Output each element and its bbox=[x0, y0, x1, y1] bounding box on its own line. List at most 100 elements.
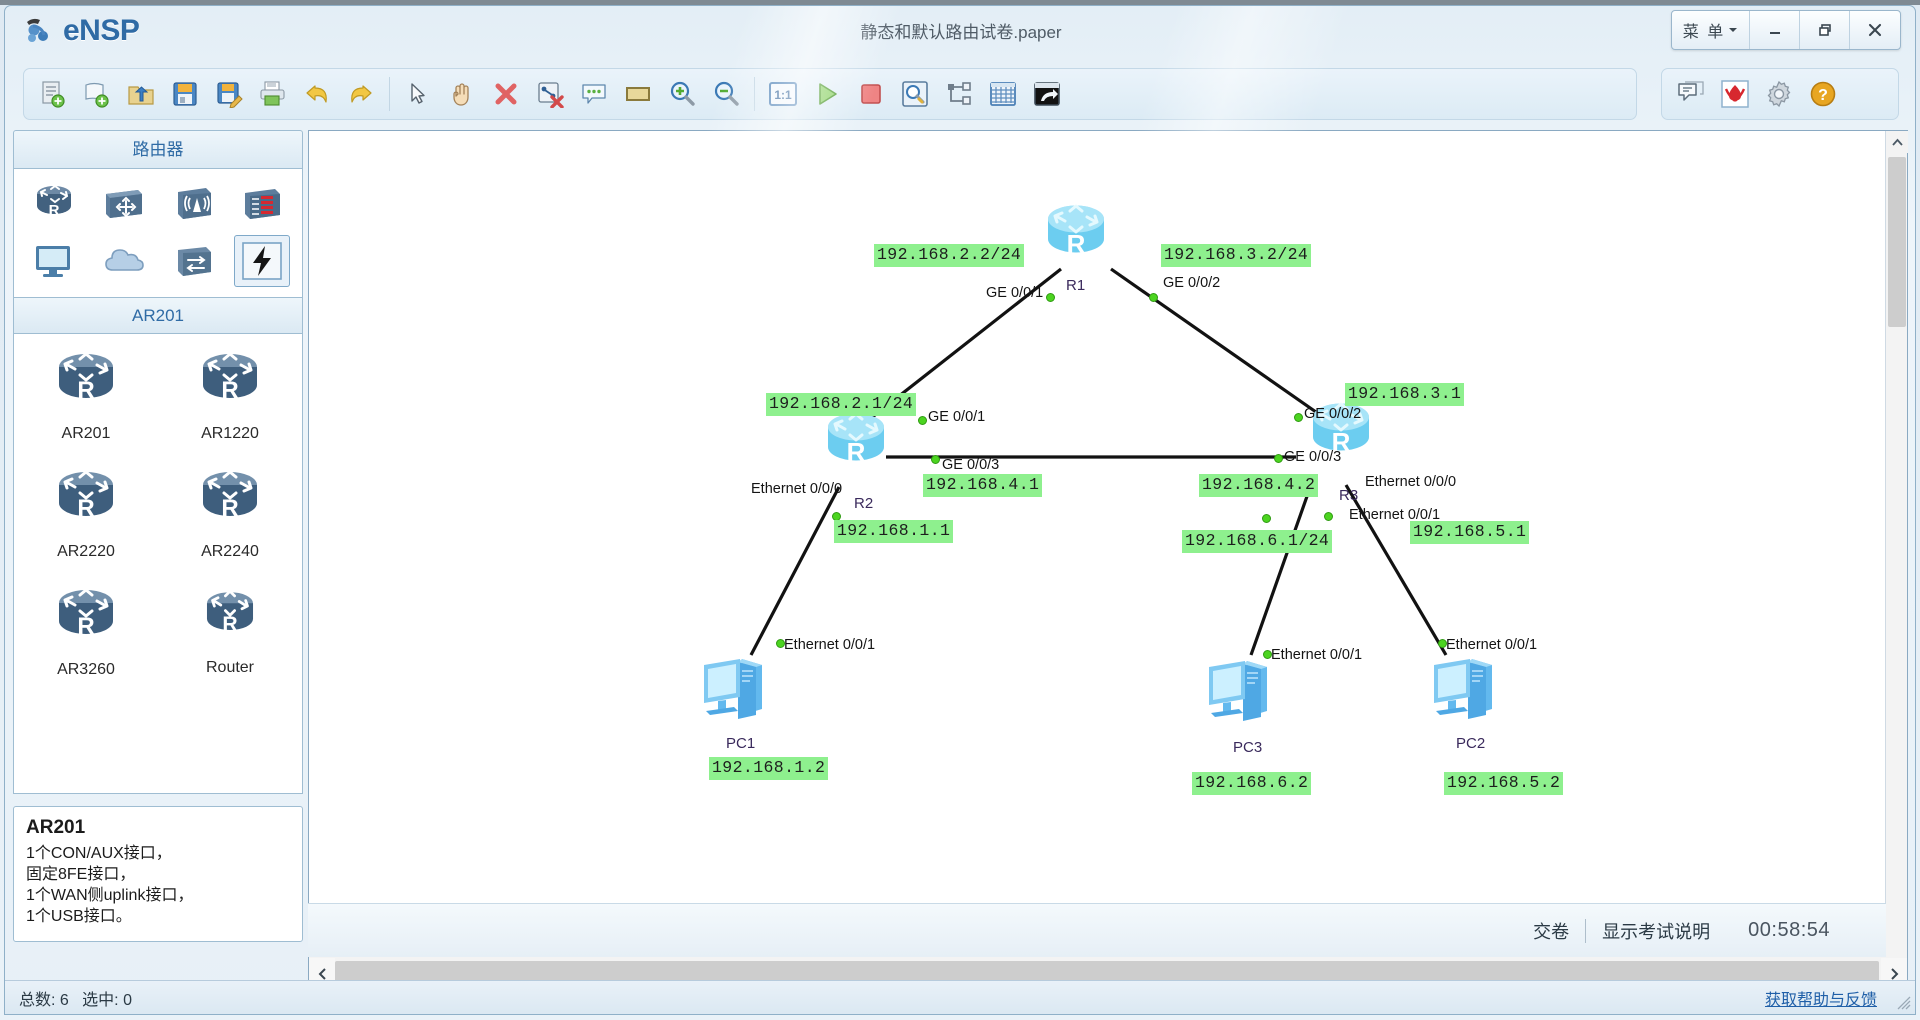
r3-ge0-0-3-dot[interactable] bbox=[1274, 454, 1283, 463]
r3-eth0-0-0-ip: 192.168.6.1/24 bbox=[1182, 530, 1333, 553]
r2-ge0-0-1-dot[interactable] bbox=[918, 416, 927, 425]
r2-ge0-0-1-label: GE 0/0/1 bbox=[928, 409, 986, 425]
cloud-category-icon[interactable] bbox=[95, 235, 151, 287]
restore-window-icon[interactable] bbox=[1026, 73, 1068, 115]
description-line-4: 1个USB接口。 bbox=[26, 908, 132, 926]
settings-gear-icon[interactable] bbox=[1758, 73, 1800, 115]
packet-capture-icon[interactable] bbox=[894, 73, 936, 115]
stop-device-icon[interactable] bbox=[850, 73, 892, 115]
device-item-ar201[interactable]: R AR201 bbox=[26, 348, 146, 466]
r3-eth0-0-1-dot[interactable] bbox=[1262, 514, 1271, 523]
r1-ge0-0-2-dot[interactable] bbox=[1149, 293, 1158, 302]
link-r3-pc3[interactable] bbox=[1249, 484, 1313, 656]
close-icon bbox=[1868, 23, 1882, 37]
grid-icon[interactable] bbox=[982, 73, 1024, 115]
wlan-category-icon[interactable] bbox=[165, 177, 221, 229]
firewall-category-icon[interactable] bbox=[234, 177, 290, 229]
r2-ge0-0-3-dot[interactable] bbox=[931, 455, 940, 464]
device-label: Router bbox=[205, 659, 255, 676]
svg-text:?: ? bbox=[1818, 87, 1828, 104]
help-feedback-link[interactable]: 获取帮助与反馈 bbox=[1765, 986, 1915, 1010]
ensp-application-window: eNSP 静态和默认路由试卷.paper 菜 单 1:1 ? 路由器 R AR2… bbox=[0, 0, 1920, 1020]
node-pc2[interactable]: PC2 bbox=[1426, 645, 1506, 752]
submit-exam-button[interactable]: 交卷 bbox=[1517, 918, 1585, 944]
scroll-up-arrow-icon[interactable] bbox=[1886, 131, 1908, 153]
r1-ge0-0-1-dot[interactable] bbox=[1046, 293, 1055, 302]
device-item-ar2220[interactable]: R AR2220 bbox=[26, 466, 146, 584]
minimize-button[interactable] bbox=[1750, 11, 1800, 49]
description-title: AR201 bbox=[26, 817, 86, 838]
delete-link-icon[interactable] bbox=[529, 73, 571, 115]
toolbar-separator-2 bbox=[754, 77, 755, 111]
menu-button[interactable]: 菜 单 bbox=[1672, 11, 1750, 49]
new-topology-icon[interactable] bbox=[32, 73, 74, 115]
open-folder-icon[interactable] bbox=[120, 73, 162, 115]
delete-icon[interactable] bbox=[485, 73, 527, 115]
status-counts: 总数: 6 选中: 0 bbox=[5, 986, 132, 1010]
zoom-out-icon[interactable] bbox=[705, 73, 747, 115]
router-category-icon[interactable]: R bbox=[26, 177, 82, 229]
node-r2[interactable]: R R2 bbox=[816, 407, 896, 512]
switch-category-icon[interactable] bbox=[95, 177, 151, 229]
connection-category-icon[interactable] bbox=[165, 235, 221, 287]
undo-icon[interactable] bbox=[296, 73, 338, 115]
node-label-pc1: PC1 bbox=[726, 735, 756, 752]
link-r2-pc1[interactable] bbox=[749, 486, 841, 656]
close-button[interactable] bbox=[1850, 11, 1900, 49]
zoom-in-icon[interactable] bbox=[661, 73, 703, 115]
svg-text:R: R bbox=[221, 495, 238, 522]
total-value: 6 bbox=[59, 991, 69, 1009]
title-bar: eNSP 静态和默认路由试卷.paper 菜 单 bbox=[5, 6, 1915, 64]
vertical-scroll-thumb[interactable] bbox=[1888, 157, 1906, 327]
resize-grip-icon[interactable] bbox=[1897, 996, 1911, 1010]
description-line-1: 1个CON/AUX接口， bbox=[26, 845, 172, 862]
node-label-pc3: PC3 bbox=[1233, 739, 1263, 756]
help-question-icon[interactable]: ? bbox=[1802, 73, 1844, 115]
device-item-router[interactable]: R Router bbox=[170, 584, 290, 702]
restore-button[interactable] bbox=[1800, 11, 1850, 49]
device-item-ar1220[interactable]: R AR1220 bbox=[170, 348, 290, 466]
redo-icon[interactable] bbox=[340, 73, 382, 115]
canvas-vertical-scrollbar[interactable] bbox=[1885, 131, 1908, 991]
device-item-ar2240[interactable]: R AR2240 bbox=[170, 466, 290, 584]
save-as-icon[interactable] bbox=[208, 73, 250, 115]
r3-ge0-0-2-dot[interactable] bbox=[1294, 413, 1303, 422]
device-label: AR201 bbox=[61, 425, 111, 442]
topology-canvas[interactable]: R R1 R R2 R R3 PC1 PC3 PC2 GE 0/0/1 GE 0… bbox=[309, 131, 1885, 991]
category-header: 路由器 bbox=[13, 130, 303, 168]
r2-ge0-0-1-ip: 192.168.2.1/24 bbox=[766, 393, 917, 416]
print-icon[interactable] bbox=[252, 73, 294, 115]
save-icon[interactable] bbox=[164, 73, 206, 115]
r2-eth0-0-0-label: Ethernet 0/0/0 bbox=[751, 481, 843, 497]
r3-ge0-0-3-ip: 192.168.4.2 bbox=[1199, 474, 1319, 497]
show-exam-instructions-button[interactable]: 显示考试说明 bbox=[1586, 918, 1726, 944]
add-shape-icon[interactable] bbox=[617, 73, 659, 115]
new-blank-page-icon[interactable] bbox=[76, 73, 118, 115]
terminal-category-icon[interactable] bbox=[26, 235, 82, 287]
pan-hand-icon[interactable] bbox=[441, 73, 483, 115]
exam-timer: 00:58:54 bbox=[1748, 919, 1830, 941]
select-pointer-icon[interactable] bbox=[397, 73, 439, 115]
node-r1[interactable]: R R1 bbox=[1036, 199, 1116, 294]
custom-device-icon[interactable] bbox=[234, 235, 291, 287]
category-grid: R bbox=[13, 168, 303, 298]
r3-eth0-0-0-dot[interactable] bbox=[1324, 512, 1333, 521]
topology-canvas-container: R R1 R R2 R R3 PC1 PC3 PC2 GE 0/0/1 GE 0… bbox=[308, 130, 1908, 992]
start-device-icon[interactable] bbox=[806, 73, 848, 115]
topology-tree-icon[interactable] bbox=[938, 73, 980, 115]
link-r1-r3[interactable] bbox=[1110, 267, 1327, 421]
node-pc1[interactable]: PC1 bbox=[696, 645, 776, 752]
toolbar-main-group: 1:1 bbox=[23, 68, 1637, 120]
svg-text:R: R bbox=[1067, 229, 1086, 259]
device-item-ar3260[interactable]: R AR3260 bbox=[26, 584, 146, 702]
zoom-actual-size-icon[interactable]: 1:1 bbox=[762, 73, 804, 115]
add-note-icon[interactable] bbox=[573, 73, 615, 115]
huawei-logo-icon[interactable] bbox=[1714, 73, 1756, 115]
svg-text:1:1: 1:1 bbox=[774, 88, 792, 102]
status-bar: 总数: 6 选中: 0 获取帮助与反馈 bbox=[5, 980, 1915, 1014]
total-label: 总数: bbox=[19, 991, 56, 1009]
selected-label: 选中: bbox=[82, 991, 119, 1009]
node-pc3[interactable]: PC3 bbox=[1201, 647, 1281, 756]
r1-ge0-0-1-ip: 192.168.2.2/24 bbox=[874, 244, 1025, 267]
feedback-icon[interactable] bbox=[1670, 73, 1712, 115]
